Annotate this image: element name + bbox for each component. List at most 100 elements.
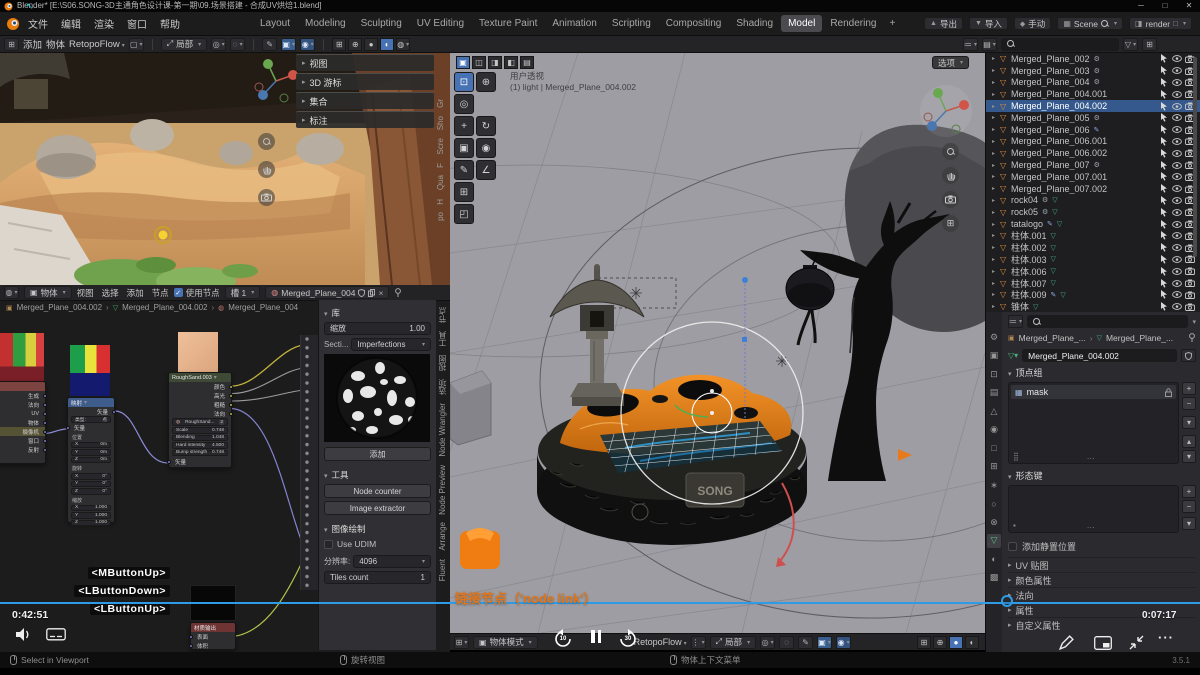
- sidebar-tab[interactable]: Node Wrangler: [438, 403, 447, 457]
- browse-scene-icon[interactable]: [1101, 20, 1109, 28]
- outliner-row[interactable]: ▸ ▽ 柱体.006 ⚙ ✎ ▽: [986, 265, 1200, 277]
- workspace-tab[interactable]: Layout: [253, 15, 297, 32]
- selectable-icon[interactable]: [1157, 125, 1170, 134]
- sidebar-tab[interactable]: F: [436, 163, 445, 168]
- annotate-icon[interactable]: ✎: [262, 38, 277, 51]
- outliner-row[interactable]: ▸ ▽ rock04 ⚙ ✎ ▽: [986, 195, 1200, 207]
- expand-arrow-icon[interactable]: ▸: [992, 55, 1000, 62]
- expand-arrow-icon[interactable]: ▸: [992, 79, 1000, 86]
- maximize-button[interactable]: □: [1154, 0, 1176, 12]
- node-output-socket[interactable]: 法向: [0, 400, 45, 409]
- node-output-socket[interactable]: 生成: [0, 391, 45, 400]
- resolution-dropdown[interactable]: 4096: [353, 555, 431, 568]
- selectable-icon[interactable]: [1157, 220, 1170, 229]
- selectable-icon[interactable]: [1157, 54, 1170, 63]
- axis-y-neg-handle[interactable]: [280, 94, 288, 102]
- pan-hand-icon[interactable]: [942, 167, 959, 184]
- sidebar-tab[interactable]: Scre: [436, 138, 445, 154]
- outliner-row[interactable]: ▸ ▽ Merged_Plane_006 ⚙ ✎ ▽: [986, 124, 1200, 136]
- rotate-tool[interactable]: ↻: [476, 116, 496, 136]
- use-nodes-checkbox[interactable]: ✓ 使用节点: [174, 287, 220, 299]
- sidebar-tab[interactable]: 工具: [437, 331, 448, 347]
- object-name[interactable]: tatalogo: [1011, 219, 1043, 229]
- add-shape-key-button[interactable]: +: [1182, 485, 1196, 498]
- socket-dot[interactable]: [43, 439, 47, 443]
- properties-search-input[interactable]: [1027, 315, 1188, 328]
- node-output-socket[interactable]: 反射: [0, 445, 45, 454]
- workspace-tab[interactable]: Compositing: [659, 15, 729, 32]
- sidebar-tab[interactable]: Sho: [436, 116, 445, 130]
- pan-hand-icon[interactable]: [258, 161, 275, 178]
- outliner-row[interactable]: ▸ ▽ Merged_Plane_004.002 ⚙ ✎ ▽: [986, 100, 1200, 112]
- outliner-display-mode-icon[interactable]: ▤: [982, 38, 997, 51]
- sidebar-tab[interactable]: Arrange: [438, 522, 447, 550]
- measure-tool[interactable]: ∠: [476, 160, 496, 180]
- properties-tab[interactable]: ⊞: [987, 460, 1001, 474]
- expand-arrow-icon[interactable]: ▸: [992, 114, 1000, 121]
- expand-arrow-icon[interactable]: ▸: [992, 138, 1000, 145]
- outliner-row[interactable]: ▸ ▽ 柱体.009 ⚙ ✎ ▽: [986, 289, 1200, 301]
- active-tool-icon[interactable]: ▣: [281, 38, 296, 51]
- npanel-section[interactable]: 集合: [296, 92, 434, 109]
- outliner-row[interactable]: ▸ ▽ tatalogo ⚙ ✎ ▽: [986, 218, 1200, 230]
- workspace-tab[interactable]: Sculpting: [354, 15, 409, 32]
- hide-eye-icon[interactable]: [1170, 79, 1183, 86]
- hide-eye-icon[interactable]: [1170, 291, 1183, 298]
- move-up-button[interactable]: ▴: [1182, 435, 1196, 448]
- retopoflow-menu[interactable]: RetopoFlow: [69, 39, 125, 50]
- properties-tab[interactable]: ○: [987, 497, 1001, 511]
- socket-dot[interactable]: [43, 448, 47, 452]
- outliner-filter-icon[interactable]: ▽: [1123, 38, 1138, 51]
- sidebar-tab[interactable]: H: [436, 199, 445, 205]
- selectable-icon[interactable]: [1157, 102, 1170, 111]
- shape-key-specials-icon[interactable]: ▾: [1182, 517, 1196, 530]
- expand-arrow-icon[interactable]: ▸: [992, 209, 1000, 216]
- outliner[interactable]: ▸ ▽ Merged_Plane_002 ⚙ ✎ ▽ ▸: [985, 53, 1200, 312]
- outliner-search-input[interactable]: [1001, 38, 1119, 51]
- proportional-editing-icon[interactable]: ◌: [230, 38, 245, 51]
- selectable-icon[interactable]: [1157, 137, 1170, 146]
- axis-z-handle[interactable]: [258, 90, 268, 100]
- selectable-icon[interactable]: [1157, 149, 1170, 158]
- subtitle-toggle-button[interactable]: [46, 628, 66, 643]
- selectable-icon[interactable]: [1157, 78, 1170, 87]
- menu-item[interactable]: 添加: [127, 287, 144, 299]
- back-arrow-icon[interactable]: ↖: [26, 1, 34, 12]
- group-output-socket[interactable]: 法向: [169, 409, 231, 418]
- hide-eye-icon[interactable]: [1170, 197, 1183, 204]
- more-options-button[interactable]: ···: [1158, 630, 1174, 645]
- axis-z-handle[interactable]: [927, 121, 937, 131]
- object-name[interactable]: Merged_Plane_003: [1011, 66, 1090, 76]
- mode-icon-5[interactable]: ▤: [520, 56, 534, 69]
- object-menu[interactable]: 物体: [46, 37, 65, 51]
- outliner-row[interactable]: ▸ ▽ Merged_Plane_007 ⚙ ✎ ▽: [986, 159, 1200, 171]
- sidebar-tab[interactable]: 视图: [437, 355, 448, 371]
- hide-eye-icon[interactable]: [1170, 173, 1183, 180]
- menu-item[interactable]: 渲染: [94, 16, 114, 31]
- selectable-icon[interactable]: [1157, 208, 1170, 217]
- panel-header[interactable]: 法向: [1008, 587, 1196, 602]
- axis-y-handle[interactable]: [933, 88, 943, 98]
- retopoflow-menu[interactable]: RetopoFlow: [634, 637, 687, 647]
- tools-panel-header[interactable]: 工具: [324, 469, 431, 481]
- navigation-gizmo[interactable]: [250, 55, 302, 107]
- expand-arrow-icon[interactable]: ▸: [992, 185, 1000, 192]
- object-name[interactable]: Merged_Plane_006.001: [1011, 136, 1107, 146]
- object-name[interactable]: Merged_Plane_005: [1011, 113, 1090, 123]
- close-button[interactable]: ✕: [1178, 0, 1200, 12]
- expand-arrow-icon[interactable]: ▸: [992, 162, 1000, 169]
- select-mode-icon[interactable]: ▣: [456, 56, 470, 69]
- hide-eye-icon[interactable]: [1170, 162, 1183, 169]
- proportional-editing-icon[interactable]: ◌: [779, 636, 794, 649]
- mode-icon-2[interactable]: ◫: [472, 56, 486, 69]
- object-name[interactable]: Merged_Plane_007: [1011, 160, 1090, 170]
- mode-icon-4[interactable]: ◧: [504, 56, 518, 69]
- properties-tab[interactable]: ▽: [987, 534, 1001, 548]
- outliner-row[interactable]: ▸ ▽ Merged_Plane_003 ⚙ ✎ ▽: [986, 65, 1200, 77]
- outliner-row[interactable]: ▸ ▽ Merged_Plane_005 ⚙ ✎ ▽: [986, 112, 1200, 124]
- expand-arrow-icon[interactable]: ▸: [992, 303, 1000, 310]
- perspective-toggle-icon[interactable]: ⊞: [942, 215, 959, 232]
- outliner-row[interactable]: ▸ ▽ Merged_Plane_004 ⚙ ✎ ▽: [986, 77, 1200, 89]
- object-name[interactable]: Merged_Plane_007.002: [1011, 184, 1107, 194]
- toggle-xray-icon[interactable]: ⊞: [332, 38, 346, 51]
